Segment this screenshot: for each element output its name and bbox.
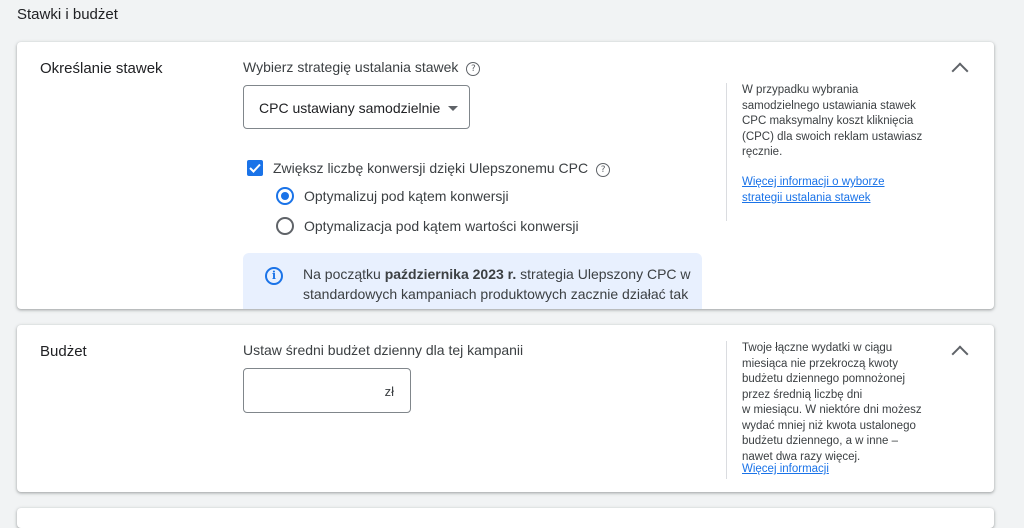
info-text-start: Na początku <box>303 266 385 282</box>
info-text: Na początku października 2023 r. strateg… <box>303 264 693 309</box>
radio-label-conversions: Optymalizuj pod kątem konwersji <box>304 188 509 204</box>
help-circle-icon[interactable]: ? <box>466 62 481 76</box>
bidding-strategy-dropdown[interactable]: CPC ustawiany samodzielnie <box>243 85 470 129</box>
budget-learn-more-link[interactable]: Więcej informacji <box>742 462 829 478</box>
budget-label: Ustaw średni budżet dzienny dla tej kamp… <box>243 342 524 358</box>
enhanced-cpc-checkbox[interactable] <box>247 160 263 176</box>
budget-side-help: Twoje łączne wydatki w ciągu miesiąca ni… <box>742 342 922 463</box>
radio-optimize-conversions[interactable] <box>276 187 294 205</box>
bidding-card: Określanie stawek Wybierz strategię usta… <box>17 42 994 309</box>
section-title: Stawki i budżet <box>17 6 118 23</box>
divider <box>726 341 727 479</box>
next-card <box>17 508 994 528</box>
info-banner: i Na początku października 2023 r. strat… <box>243 253 702 309</box>
strategy-label-text: Wybierz strategię ustalania stawek <box>243 59 459 75</box>
divider <box>726 83 727 221</box>
radio-optimize-conversion-value[interactable] <box>276 217 294 235</box>
daily-budget-input[interactable]: zł <box>243 368 411 413</box>
bidding-learn-more-link[interactable]: Więcej informacji o wyborze strategii us… <box>742 175 885 206</box>
strategy-label: Wybierz strategię ustalania stawek? <box>243 59 481 76</box>
help-circle-icon[interactable]: ? <box>596 163 611 177</box>
budget-title: Budżet <box>40 343 87 360</box>
info-icon: i <box>265 267 283 285</box>
enhanced-cpc-label: Zwiększ liczbę konwersji dzięki Ulepszon… <box>273 160 611 177</box>
currency-label: zł <box>384 384 394 399</box>
info-text-bold: października 2023 r. <box>384 266 517 282</box>
radio-label-conversion-value: Optymalizacja pod kątem wartości konwers… <box>304 218 579 234</box>
bidding-title: Określanie stawek <box>40 60 163 77</box>
enhanced-cpc-label-text: Zwiększ liczbę konwersji dzięki Ulepszon… <box>273 160 589 176</box>
checkmark-icon <box>249 163 261 173</box>
dropdown-arrow-icon <box>448 106 458 111</box>
budget-card: Budżet Ustaw średni budżet dzienny dla t… <box>17 325 994 492</box>
dropdown-value: CPC ustawiany samodzielnie <box>259 100 441 116</box>
bidding-side-help: W przypadku wybrania samodzielnego ustaw… <box>742 84 923 158</box>
chevron-up-icon[interactable] <box>951 345 969 363</box>
chevron-up-icon[interactable] <box>951 62 969 80</box>
